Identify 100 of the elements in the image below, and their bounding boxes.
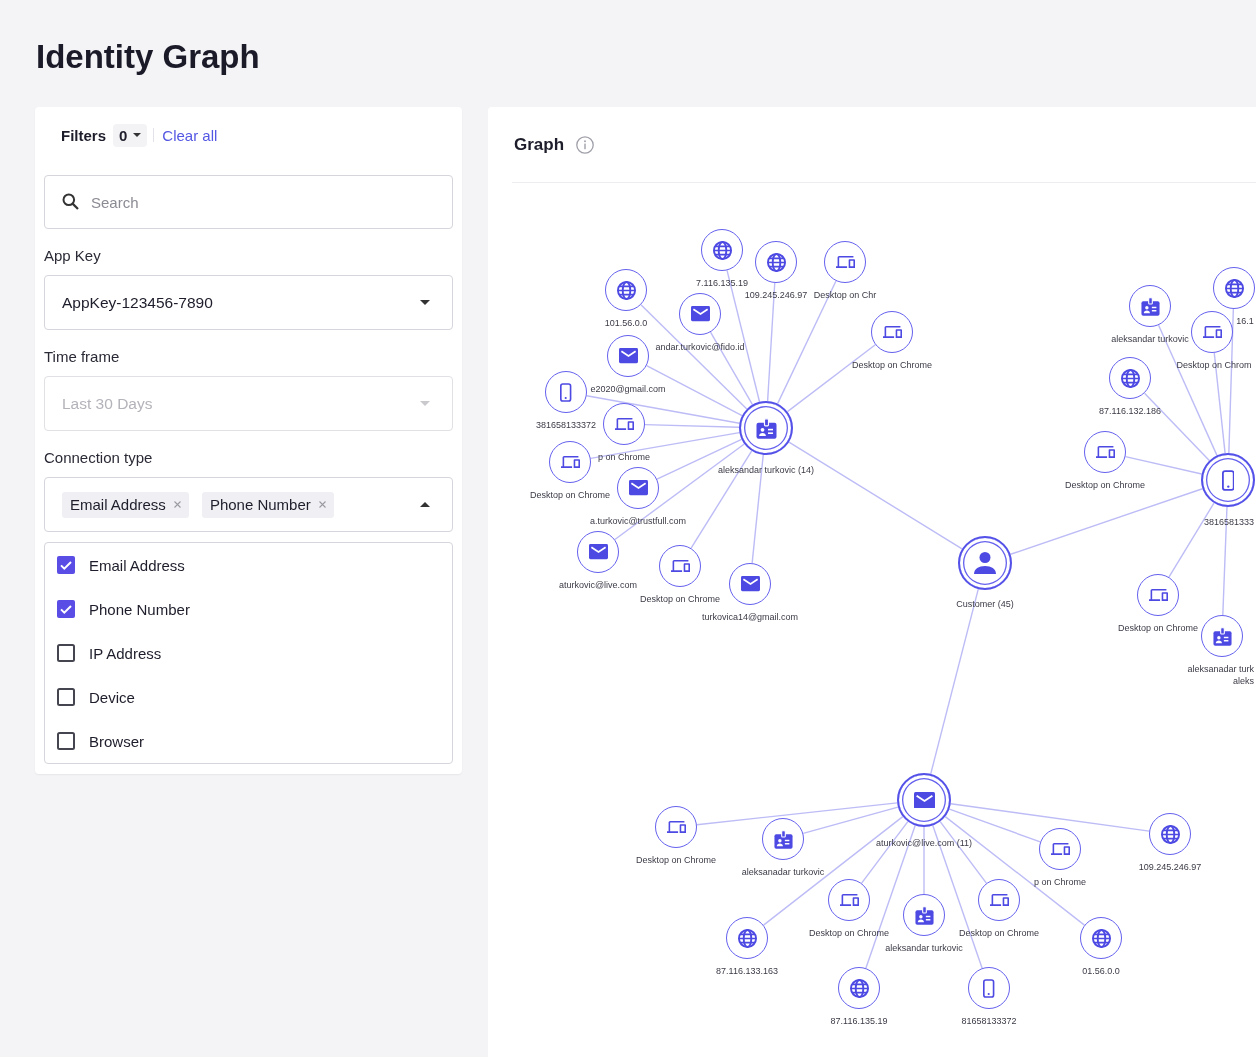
node-label: Desktop on Chrome (530, 489, 610, 501)
multiselect-field[interactable]: Email Address Phone Number (44, 477, 453, 532)
envelope-icon (690, 306, 710, 322)
node-label: p on Chrome (598, 451, 650, 463)
field-label: Connection type (44, 448, 154, 468)
node-label: andar.turkovic@fido.id (655, 341, 745, 353)
edge-line (923, 826, 925, 895)
laptop-phone-icon (614, 417, 634, 431)
envelope-icon (588, 544, 608, 560)
id-badge-icon (1212, 626, 1232, 646)
node-label: 01.56.0.0 (1082, 965, 1120, 977)
node-label: 109.245.246.97 (1138, 861, 1202, 873)
laptop-phone-icon (1050, 842, 1070, 856)
node-label: Desktop on Chrome (636, 854, 716, 866)
node-label: a.turkovic@trustfull.com (589, 515, 687, 527)
node-label: Desktop on Chrome (1118, 622, 1198, 634)
option-label[interactable]: Email Address (89, 556, 185, 574)
panel-title: Graph (514, 134, 565, 155)
checkbox[interactable] (57, 688, 75, 706)
checkbox[interactable] (57, 644, 75, 662)
caret-up-icon (420, 502, 430, 507)
node-label: Desktop on Chrome (959, 927, 1039, 939)
envelope-icon (740, 576, 760, 592)
node-label: aturkovic@live.com (558, 579, 638, 591)
field-label: App Key (44, 246, 102, 266)
node-label: aturkovic@live.com (11) (876, 837, 972, 849)
globe-icon (1160, 824, 1180, 844)
node-label: Customer (45) (956, 598, 1014, 610)
node-label: 87.116.132.186 (1099, 405, 1161, 417)
node-label: Desktop on Chrome (809, 927, 889, 939)
filter-count-dropdown[interactable]: 0 (113, 123, 148, 147)
node-label: aleksandar turkovic (885, 942, 963, 954)
node-label: 16.1 (1236, 315, 1254, 327)
globe-icon (737, 928, 757, 948)
option-label[interactable]: Phone Number (89, 600, 190, 618)
node-label: Desktop on Chrome (852, 359, 932, 371)
node-label: 81658133372 (961, 1015, 1017, 1027)
caret-down-icon (133, 133, 142, 137)
checkbox[interactable] (57, 556, 75, 574)
clear-all-link[interactable]: Clear all (162, 126, 218, 144)
option-label[interactable]: Browser (89, 732, 144, 750)
laptop-phone-icon (882, 325, 902, 339)
filter-chip[interactable]: Email Address (62, 491, 189, 518)
laptop-phone-icon (989, 893, 1009, 907)
id-badge-icon (773, 829, 793, 849)
globe-icon (712, 240, 732, 260)
globe-icon (766, 252, 786, 272)
envelope-icon (618, 348, 638, 364)
node-label: 87.116.133.163 (716, 965, 778, 977)
node-label: aleksanadar turk (1187, 663, 1254, 675)
id-badge-icon (755, 417, 777, 439)
filter-chip[interactable]: Phone Number (201, 491, 334, 518)
option-label[interactable]: IP Address (89, 644, 162, 662)
person-icon (974, 552, 996, 574)
checkbox[interactable] (57, 732, 75, 750)
phone-icon (1221, 469, 1235, 491)
phone-icon (560, 382, 572, 402)
laptop-phone-icon (1095, 445, 1115, 459)
select-field[interactable]: AppKey-123456-7890 (44, 275, 453, 330)
node-label: 3816581333 (1203, 516, 1254, 528)
search-icon (62, 193, 79, 210)
envelope-icon (628, 480, 648, 496)
option-label[interactable]: Device (89, 688, 135, 706)
laptop-phone-icon (839, 893, 859, 907)
checkbox[interactable] (57, 600, 75, 618)
globe-icon (849, 978, 869, 998)
node-label: 381658133372 (535, 419, 597, 431)
phone-icon (983, 978, 995, 998)
node-label: 101.56.0.0 (604, 317, 648, 329)
globe-icon (616, 280, 636, 300)
node-label: p on Chrome (1034, 876, 1086, 888)
node-label: 109.245.246.97 (744, 289, 808, 301)
node-label: Desktop on Chr (813, 289, 877, 301)
page-title: Identity Graph (36, 37, 260, 77)
laptop-phone-icon (835, 255, 855, 269)
laptop-phone-icon (560, 455, 580, 469)
search-field[interactable]: Search (44, 175, 453, 229)
node-label: e2020@gmail.com (590, 383, 666, 395)
id-badge-icon (1140, 296, 1160, 316)
laptop-phone-icon (1202, 325, 1222, 339)
node-label: Desktop on Chrome (640, 593, 720, 605)
node-label: 87.116.135.19 (830, 1015, 888, 1027)
node-label: aleksandar turkovic (14) (718, 464, 814, 476)
laptop-phone-icon (1148, 588, 1168, 602)
field-label: Time frame (44, 347, 121, 367)
globe-icon (1224, 278, 1244, 298)
node-label: Desktop on Chrome (1065, 479, 1145, 491)
node-label: aleks (1233, 675, 1254, 687)
node-label: 7.116.135.19 (696, 277, 748, 289)
globe-icon (1120, 368, 1140, 388)
envelope-icon (913, 791, 935, 809)
caret-down-icon (420, 300, 430, 305)
node-label: Desktop on Chrom (1176, 359, 1252, 371)
laptop-phone-icon (670, 559, 690, 573)
node-label: turkovica14@gmail.com (701, 611, 799, 623)
caret-down-icon (420, 401, 430, 406)
node-label: aleksanadar turkovic (741, 866, 825, 878)
globe-icon (1091, 928, 1111, 948)
laptop-phone-icon (666, 820, 686, 834)
id-badge-icon (914, 905, 934, 925)
